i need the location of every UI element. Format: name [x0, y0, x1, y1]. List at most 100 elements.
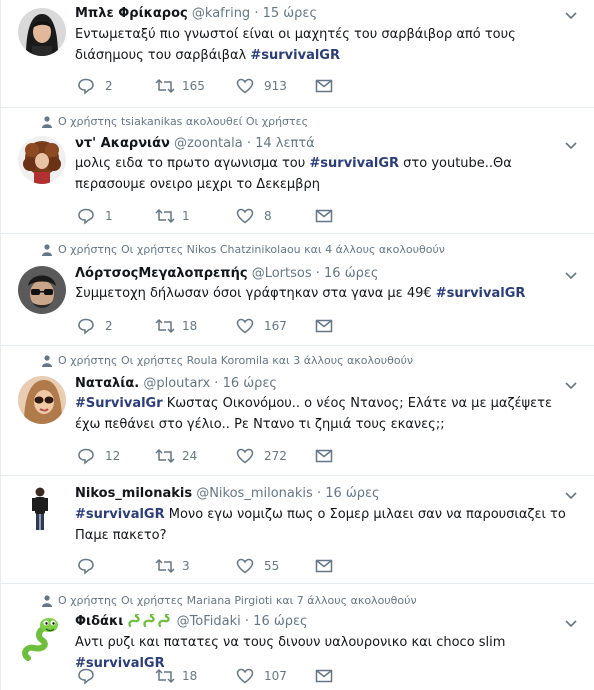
- tweet-text-part: Συμμετοχη δήλωσαν όσοι γράφτηκαν στα γαν…: [75, 286, 436, 301]
- hashtag-link[interactable]: #SurvivalGr: [75, 396, 163, 411]
- tweet-header: Nikos_milonakis @Nikos_milonakis · 16 ώρ…: [75, 486, 380, 501]
- timestamp[interactable]: 16 ώρες: [324, 266, 378, 281]
- timestamp[interactable]: 16 ώρες: [325, 486, 379, 501]
- like-count: 107: [264, 669, 287, 683]
- reply-icon: [78, 318, 94, 335]
- chevron-down-icon[interactable]: [565, 620, 577, 628]
- display-name[interactable]: ΛόρτσοςΜεγαλοπρεπής: [75, 266, 248, 281]
- chevron-down-icon[interactable]: [565, 12, 577, 20]
- chevron-down-icon[interactable]: [565, 142, 577, 150]
- retweet-icon: [155, 318, 175, 334]
- tweet-text: #SurvivalGr Κωστας Οικονόμου.. ο νέος Ντ…: [75, 393, 575, 435]
- user-handle[interactable]: @ToFidaki: [177, 614, 241, 629]
- tweet-text-part: Αντι ρυζι και πατατες να τους δινουν υαλ…: [75, 635, 506, 650]
- hashtag-link[interactable]: #survivalGR: [250, 48, 340, 63]
- hashtag-link[interactable]: #survivalGR: [75, 507, 165, 522]
- user-handle[interactable]: @Lortsos: [252, 266, 312, 281]
- tweet[interactable]: Μπλε Φρίκαρος @kafring · 15 ώρες Εντωμετ…: [1, 0, 594, 108]
- retweet-icon: [155, 448, 175, 464]
- avatar[interactable]: [18, 614, 66, 662]
- like-count: 272: [264, 449, 287, 463]
- avatar[interactable]: [18, 136, 66, 184]
- envelope-icon: [315, 319, 333, 333]
- social-context: Ο χρήστης Οι χρήστες Mariana Pirgioti κα…: [42, 594, 417, 607]
- user-handle[interactable]: @kafring: [192, 6, 250, 21]
- snake-emoji-icon: [158, 614, 170, 627]
- cartoon-snake-avatar-icon: [18, 614, 66, 662]
- tweet-actions: 12 24 272: [75, 446, 565, 466]
- tweet-header: Ναταλία. @ploutarx · 16 ώρες: [75, 376, 277, 391]
- retweet-count: 3: [182, 559, 190, 573]
- tweet[interactable]: Ο χρήστης Οι χρήστες Nikos Chatzinikolao…: [1, 234, 594, 346]
- avatar[interactable]: [18, 376, 66, 424]
- avatar[interactable]: [18, 266, 66, 314]
- retweet-icon: [155, 668, 175, 684]
- reply-count: 2: [105, 79, 113, 93]
- social-context: Ο χρήστης Οι χρήστες Nikos Chatzinikolao…: [42, 243, 445, 256]
- timestamp[interactable]: 16 ώρες: [223, 376, 277, 391]
- envelope-icon: [315, 209, 333, 223]
- user-handle[interactable]: @Nikos_milonakis: [196, 486, 313, 501]
- social-context: Ο χρήστης tsiakanikas ακολουθεί Οι χρήστ…: [42, 115, 308, 128]
- retweet-count: 18: [182, 319, 198, 333]
- social-context-text[interactable]: Ο χρήστης Οι χρήστες Nikos Chatzinikolao…: [58, 243, 445, 256]
- tweet[interactable]: Ο χρήστης tsiakanikas ακολουθεί Οι χρήστ…: [1, 108, 594, 234]
- snake-emoji-icon: [143, 614, 155, 627]
- retweet-icon: [155, 558, 175, 574]
- display-name[interactable]: ντ' Ακαρνιάν: [75, 136, 170, 151]
- chevron-down-icon[interactable]: [565, 492, 577, 500]
- person-icon: [42, 595, 52, 607]
- display-name[interactable]: Nikos_milonakis: [75, 486, 192, 501]
- social-context-text[interactable]: Ο χρήστης Οι χρήστες Mariana Pirgioti κα…: [58, 594, 417, 607]
- display-name[interactable]: Μπλε Φρίκαρος: [75, 6, 188, 21]
- timestamp[interactable]: 14 λεπτά: [255, 136, 315, 151]
- reply-icon: [78, 668, 94, 685]
- tweet-actions: 1 1 8: [75, 206, 565, 226]
- tweet-text-part: μολις ειδα το πρωτο αγωνισμα του: [75, 156, 310, 171]
- separator-dot: ·: [315, 266, 320, 281]
- envelope-icon: [315, 449, 333, 463]
- tweet[interactable]: Nikos_milonakis @Nikos_milonakis · 16 ώρ…: [1, 476, 594, 584]
- heart-icon: [236, 558, 254, 574]
- display-name[interactable]: Ναταλία.: [75, 376, 139, 391]
- like-count: 167: [264, 319, 287, 333]
- tweet-text: Εντωμεταξύ πιο γνωστοί είναι οι μαχητές …: [75, 24, 575, 66]
- snake-emoji-group: [127, 614, 176, 629]
- avatar[interactable]: [18, 484, 62, 532]
- like-count: 8: [264, 209, 272, 223]
- standing-man-avatar-icon: [18, 484, 62, 532]
- tweet-text: Συμμετοχη δήλωσαν όσοι γράφτηκαν στα γαν…: [75, 283, 575, 304]
- social-context: Ο χρήστης Οι χρήστες Roula Koromila και …: [42, 354, 413, 367]
- retweet-count: 18: [182, 669, 198, 683]
- user-handle[interactable]: @ploutarx: [143, 376, 210, 391]
- display-name[interactable]: Φιδάκι: [75, 614, 123, 629]
- heart-icon: [236, 318, 254, 334]
- heart-icon: [236, 208, 254, 224]
- chevron-down-icon[interactable]: [565, 272, 577, 280]
- chevron-down-icon[interactable]: [565, 382, 577, 390]
- avatar[interactable]: [18, 8, 66, 56]
- like-count: 913: [264, 79, 287, 93]
- social-context-text[interactable]: Ο χρήστης tsiakanikas ακολουθεί Οι χρήστ…: [58, 115, 308, 128]
- curly-hair-avatar-icon: [18, 136, 66, 184]
- hashtag-link[interactable]: #survivalGR: [436, 286, 526, 301]
- tweet[interactable]: Ο χρήστης Οι χρήστες Mariana Pirgioti κα…: [1, 584, 594, 690]
- user-handle[interactable]: @zoontala: [174, 136, 243, 151]
- reply-count: 12: [105, 449, 121, 463]
- separator-dot: ·: [254, 6, 259, 21]
- tweet-header: Μπλε Φρίκαρος @kafring · 15 ώρες: [75, 6, 317, 21]
- social-context-text[interactable]: Ο χρήστης Οι χρήστες Roula Koromila και …: [58, 354, 413, 367]
- heart-icon: [236, 668, 254, 684]
- woman-portrait-avatar-icon: [18, 8, 66, 56]
- tweet-text: #survivalGR Μονο εγω νομιζω πως ο Σομερ …: [75, 504, 575, 546]
- hashtag-link[interactable]: #survivalGR: [309, 156, 399, 171]
- woman-sunglasses-avatar-icon: [18, 376, 66, 424]
- heart-icon: [236, 448, 254, 464]
- reply-icon: [78, 558, 94, 575]
- timestamp[interactable]: 16 ώρες: [253, 614, 307, 629]
- retweet-count: 1: [182, 209, 190, 223]
- timestamp[interactable]: 15 ώρες: [263, 6, 317, 21]
- reply-icon: [78, 78, 94, 95]
- tweet[interactable]: Ο χρήστης Οι χρήστες Roula Koromila και …: [1, 346, 594, 476]
- reply-icon: [78, 208, 94, 225]
